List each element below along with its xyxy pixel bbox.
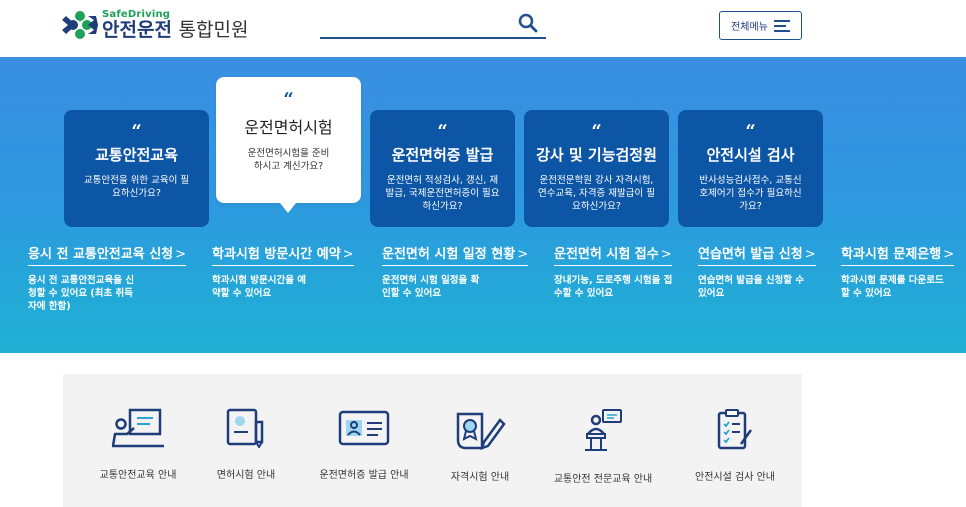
- service-qualification-exam[interactable]: 자격시험 안내: [435, 408, 525, 483]
- card-title: 안전시설 검사: [706, 146, 795, 164]
- link-exam-schedule[interactable]: 운전면허 시험 일정 현황 > 운전면허 시험 일정을 확인할 수 있어요: [382, 243, 537, 300]
- link-title: 학과시험 문제은행: [841, 247, 942, 262]
- document-pen-icon: [201, 408, 291, 448]
- quote-icon: “: [591, 121, 602, 142]
- service-traffic-education[interactable]: 교통안전교육 안내: [83, 408, 193, 481]
- link-learner-permit[interactable]: 연습면허 발급 신청 > 연습면허 발급을 신청할 수 있어요: [698, 243, 828, 300]
- link-description: 학과시험 문제를 다운로드 할 수 있어요: [841, 275, 944, 299]
- card-description: 운전전문학원 강사 자격시험, 연수교육, 자격증 재발급이 필요하신가요?: [538, 175, 655, 212]
- service-guide-panel: 교통안전교육 안내 면허시험 안내 운전면허증 발급 안내 자격시험 안내 교통…: [63, 374, 802, 507]
- card-title: 운전면허시험: [244, 118, 333, 137]
- card-description: 교통안전을 위한 교육이 필요하신가요?: [83, 175, 190, 199]
- card-safety-facility[interactable]: “ 안전시설 검사 반사성능검사접수, 교통신호제어기 접수가 필요하신가요?: [678, 110, 823, 227]
- link-description: 학과시험 방문시간을 예약할 수 있어요: [212, 275, 307, 299]
- quote-icon: “: [283, 89, 294, 110]
- search-input[interactable]: [320, 12, 546, 39]
- quote-icon: “: [745, 121, 756, 142]
- card-license-exam[interactable]: “ 운전면허시험 운전면허시험을 준비하시고 계신가요?: [216, 77, 361, 213]
- id-card-icon: [299, 408, 429, 448]
- chevron-right-icon: >: [175, 247, 187, 262]
- chevron-right-icon: >: [804, 247, 816, 262]
- quote-icon: “: [131, 121, 142, 142]
- clover-logo-icon: [62, 10, 98, 40]
- site-header: SafeDriving 안전운전 통합민원 전체메뉴: [0, 0, 966, 57]
- chevron-right-icon: >: [517, 247, 529, 262]
- link-title: 학과시험 방문시간 예약: [212, 247, 341, 262]
- card-title: 운전면허증 발급: [391, 146, 494, 164]
- card-description: 운전면허시험을 준비하시고 계신가요?: [247, 148, 330, 172]
- teacher-board-icon: [83, 408, 193, 448]
- logo-suffix: 통합민원: [178, 19, 249, 41]
- full-menu-button[interactable]: 전체메뉴: [719, 11, 802, 40]
- card-instructor[interactable]: “ 강사 및 기능검정원 운전전문학원 강사 자격시험, 연수교육, 자격증 재…: [524, 110, 669, 227]
- service-safety-facility[interactable]: 안전시설 검사 안내: [675, 408, 795, 483]
- link-question-bank[interactable]: 학과시험 문제은행 > 학과시험 문제를 다운로드 할 수 있어요: [841, 243, 965, 300]
- service-license-exam[interactable]: 면허시험 안내: [201, 408, 291, 481]
- service-label: 운전면허증 발급 안내: [319, 470, 409, 481]
- hamburger-icon: [773, 19, 790, 32]
- card-traffic-education[interactable]: “ 교통안전교육 교통안전을 위한 교육이 필요하신가요?: [64, 110, 209, 227]
- card-license-issuance[interactable]: “ 운전면허증 발급 운전면허 적성검사, 갱신, 재발급, 국제운전면허증이 …: [370, 110, 515, 227]
- hero-banner: “ 교통안전교육 교통안전을 위한 교육이 필요하신가요? “ 운전면허시험 운…: [0, 57, 966, 353]
- link-title: 운전면허 시험 접수: [554, 247, 659, 262]
- certificate-pen-icon: [435, 408, 525, 450]
- service-label: 교통안전 전문교육 안내: [553, 474, 653, 485]
- link-description: 응시 전 교통안전교육을 신청할 수 있어요 (최초 취득자에 한함): [28, 275, 135, 312]
- service-label: 면허시험 안내: [216, 470, 276, 481]
- service-license-issuance[interactable]: 운전면허증 발급 안내: [299, 408, 429, 481]
- service-label: 자격시험 안내: [450, 472, 510, 483]
- link-description: 운전면허 시험 일정을 확인할 수 있어요: [382, 275, 480, 299]
- link-exam-visit-reservation[interactable]: 학과시험 방문시간 예약 > 학과시험 방문시간을 예약할 수 있어요: [212, 243, 362, 300]
- search-icon[interactable]: [518, 13, 538, 37]
- lecturer-podium-icon: [533, 408, 673, 452]
- quote-icon: “: [437, 121, 448, 142]
- chevron-right-icon: >: [943, 247, 955, 262]
- card-title: 강사 및 기능검정원: [536, 146, 657, 164]
- service-label: 교통안전교육 안내: [99, 470, 177, 481]
- service-label: 안전시설 검사 안내: [695, 472, 775, 483]
- link-description: 연습면허 발급을 신청할 수 있어요: [698, 275, 805, 299]
- site-logo[interactable]: SafeDriving 안전운전 통합민원: [62, 10, 248, 40]
- chevron-right-icon: >: [342, 247, 354, 262]
- card-description: 운전면허 적성검사, 갱신, 재발급, 국제운전면허증이 필요하신가요?: [385, 175, 500, 212]
- link-pre-exam-education[interactable]: 응시 전 교통안전교육 신청 > 응시 전 교통안전교육을 신청할 수 있어요 (…: [28, 243, 198, 313]
- link-description: 장내기능, 도로주행 시험을 접수할 수 있어요: [554, 275, 673, 299]
- link-title: 응시 전 교통안전교육 신청: [28, 247, 174, 262]
- card-title: 교통안전교육: [95, 146, 178, 164]
- service-professional-education[interactable]: 교통안전 전문교육 안내: [533, 408, 673, 485]
- checklist-icon: [675, 408, 795, 450]
- logo-title: 안전운전: [102, 19, 172, 41]
- link-exam-registration[interactable]: 운전면허 시험 접수 > 장내기능, 도로주행 시험을 접수할 수 있어요: [554, 243, 684, 300]
- card-description: 반사성능검사접수, 교통신호제어기 접수가 필요하신가요?: [699, 175, 802, 212]
- link-title: 연습면허 발급 신청: [698, 247, 803, 262]
- full-menu-label: 전체메뉴: [731, 22, 768, 33]
- chevron-right-icon: >: [660, 247, 672, 262]
- link-title: 운전면허 시험 일정 현황: [382, 247, 516, 262]
